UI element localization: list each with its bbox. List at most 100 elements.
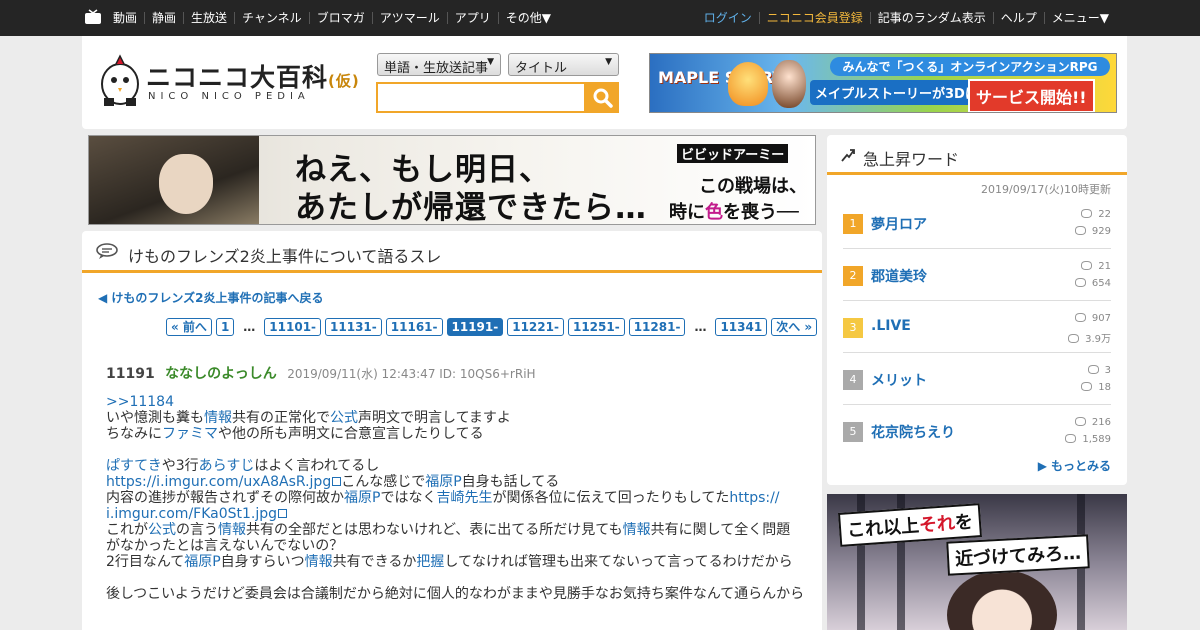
random-article-link[interactable]: 記事のランダム表示 (869, 12, 993, 24)
niconico-tv-icon[interactable] (84, 9, 102, 25)
ad-copy-1: この戦場は、 (699, 176, 807, 197)
hand-icon (1081, 209, 1093, 218)
keyword-link[interactable]: 吉崎先生 (436, 490, 492, 506)
mushroom-mascot-icon (728, 62, 768, 106)
external-image-link[interactable]: https:// (729, 490, 779, 506)
pager-current-page: 11191- (446, 318, 504, 336)
search-button[interactable] (586, 82, 619, 113)
trending-item[interactable]: 1 夢月ロア 22 929 (843, 197, 1111, 249)
pager-page[interactable]: 11131- (325, 318, 382, 336)
nav-app[interactable]: アプリ (446, 12, 498, 24)
search-icon (593, 88, 613, 108)
maple-3d-text: メイプルストーリーが3Dに (810, 80, 983, 105)
ad-headline-2: あたしが帰還できたら… (295, 190, 647, 225)
rank-stat-comments: 654 (1074, 278, 1111, 289)
keyword-link[interactable]: 把握 (416, 554, 444, 570)
character-mascot-icon (772, 60, 806, 108)
site-logo[interactable]: ニコニコ大百科(仮) NICO NICO PEDIA (98, 52, 359, 112)
maple-tagline: みんなで「つくる」オンラインアクションRPG (830, 57, 1110, 76)
keyword-link[interactable]: 情報 (623, 522, 651, 538)
vivid-army-ad-banner[interactable]: ねえ、もし明日、 あたしが帰還できたら… ビビッドアーミー この戦場は、 時に色… (88, 135, 816, 225)
login-link[interactable]: ログイン (697, 12, 759, 24)
pager-page[interactable]: 11101- (264, 318, 322, 336)
pager-next[interactable]: 次へ » (771, 318, 818, 336)
keyword-link[interactable]: ファミマ (162, 426, 218, 442)
site-header: ニコニコ大百科(仮) NICO NICO PEDIA 単語・生放送記事 ▼ タイト… (82, 36, 1127, 129)
rank-stat-views: 21 (1081, 261, 1111, 272)
rank-stat-views: 216 (1074, 417, 1111, 428)
keyword-link[interactable]: あらすじ (199, 458, 255, 474)
trending-item[interactable]: 5 花京院ちえり 216 1,589 (843, 405, 1111, 457)
side-ad-banner[interactable]: これ以上それを 近づけてみろ… (827, 494, 1127, 630)
logo-title: ニコニコ大百科(仮) (146, 63, 360, 92)
chevron-down-icon: ▼ (487, 57, 494, 67)
reply-anchor-link[interactable]: >>11184 (106, 394, 174, 410)
maple-launch-text: サービス開始!! (968, 79, 1095, 112)
nav-other-dropdown[interactable]: その他▼ (497, 12, 558, 24)
pager-page[interactable]: 11221- (507, 318, 564, 336)
comment-icon (1068, 334, 1080, 343)
menu-dropdown[interactable]: メニュー▼ (1043, 12, 1116, 24)
trending-word-link[interactable]: 花京院ちえり (871, 422, 955, 442)
trending-item[interactable]: 3 .LIVE 907 3.9万 (843, 301, 1111, 353)
nav-account: ログイン ニコニコ会員登録 記事のランダム表示 ヘルプ メニュー▼ (697, 0, 1116, 36)
keyword-link[interactable]: 公式 (330, 410, 358, 426)
pager-prev[interactable]: « 前へ (166, 318, 212, 336)
post-body: >>11184 いや憶測も糞も情報共有の正常化で公式声明文で明言してますよ ちな… (106, 394, 805, 602)
more-trending-link[interactable]: ▶ もっとみる (1038, 457, 1111, 474)
pager-page[interactable]: 1 (215, 318, 235, 336)
trending-words-panel: 急上昇ワード 2019/09/17(火)10時更新 1 夢月ロア 22 929 … (827, 135, 1127, 485)
keyword-link[interactable]: 情報 (305, 554, 333, 570)
chevron-down-icon: ▼ (605, 57, 612, 67)
rank-badge: 4 (843, 370, 863, 390)
help-link[interactable]: ヘルプ (992, 12, 1044, 24)
keyword-link[interactable]: 情報 (204, 410, 232, 426)
rank-stat-comments: 1,589 (1065, 434, 1111, 445)
keyword-link[interactable]: ぱすてき (106, 458, 162, 474)
nav-seiga[interactable]: 静画 (144, 12, 183, 24)
pager-page[interactable]: 11341 (715, 318, 768, 336)
register-link[interactable]: ニコニコ会員登録 (758, 12, 870, 24)
external-image-link[interactable]: https://i.imgur.com/uxA8AsR.jpg (106, 474, 342, 490)
hand-icon (1081, 261, 1093, 270)
nav-blomaga[interactable]: ブロマガ (308, 12, 372, 24)
external-image-link[interactable]: i.imgur.com/FKa0St1.jpg (106, 506, 288, 522)
maplestory-ad-banner[interactable]: MAPLE STORY 2 みんなで「つくる」オンラインアクションRPG メイプ… (649, 53, 1117, 113)
trending-word-link[interactable]: 夢月ロア (871, 214, 927, 234)
pager-page[interactable]: 11161- (385, 318, 443, 336)
pager-page[interactable]: 11281- (628, 318, 686, 336)
keyword-link[interactable]: 情報 (218, 522, 246, 538)
trending-updated: 2019/09/17(火)10時更新 (981, 183, 1111, 196)
external-link-icon (332, 477, 342, 486)
pager-page[interactable]: 11251- (567, 318, 625, 336)
thread-header: けものフレンズ2炎上事件について語るスレ (82, 231, 822, 273)
keyword-link[interactable]: 福原P (425, 474, 461, 490)
rank-stat-comments: 18 (1081, 382, 1111, 393)
keyword-link[interactable]: 福原P (184, 554, 220, 570)
nav-live[interactable]: 生放送 (183, 12, 234, 24)
rank-badge: 2 (843, 266, 863, 286)
trend-up-icon (841, 149, 855, 162)
search-input[interactable] (376, 82, 586, 113)
rank-badge: 1 (843, 214, 863, 234)
hand-icon (1087, 365, 1099, 374)
nav-video[interactable]: 動画 (106, 12, 144, 24)
post-number[interactable]: 11191 (106, 366, 155, 382)
hand-icon (1074, 313, 1086, 322)
keyword-link[interactable]: 公式 (148, 522, 176, 538)
nav-atsumaru[interactable]: アツマール (371, 12, 447, 24)
trending-item[interactable]: 4 メリット 3 18 (843, 353, 1111, 405)
trending-word-link[interactable]: 郡道美玲 (871, 266, 927, 286)
keyword-link[interactable]: 福原P (344, 490, 380, 506)
search-category-select[interactable]: 単語・生放送記事 ▼ (377, 53, 501, 76)
trending-item[interactable]: 2 郡道美玲 21 654 (843, 249, 1111, 301)
trending-word-link[interactable]: メリット (871, 370, 927, 390)
back-to-article-link[interactable]: ◀ けものフレンズ2炎上事件の記事へ戻る (98, 289, 324, 306)
thread-title: けものフレンズ2炎上事件について語るスレ (128, 247, 442, 266)
nav-channel[interactable]: チャンネル (234, 12, 309, 24)
ad-character-image (947, 570, 1057, 630)
external-link-icon (278, 509, 288, 518)
trending-word-link[interactable]: .LIVE (871, 318, 911, 334)
search-scope-select[interactable]: タイトル ▼ (508, 53, 619, 76)
rank-stat-views: 3 (1087, 365, 1111, 376)
